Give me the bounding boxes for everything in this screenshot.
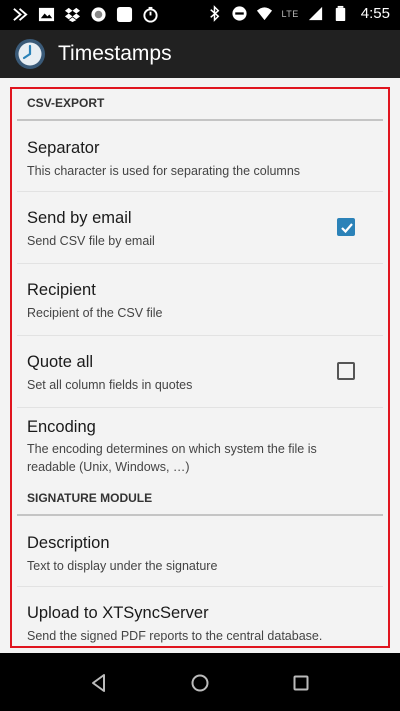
pref-summary: Recipient of the CSV file	[27, 306, 163, 320]
settings-content[interactable]: CSV-EXPORT Separator This character is u…	[0, 78, 400, 653]
dropbox-icon	[64, 7, 81, 23]
status-time: 4:55	[360, 5, 390, 22]
checkmark-icon	[341, 223, 353, 234]
category-header: CSV-EXPORT	[27, 96, 105, 110]
network-type-label: LTE	[281, 8, 299, 19]
pref-summary: Text to display under the signature	[27, 559, 218, 573]
pref-title: Separator	[27, 139, 100, 157]
pref-title: Quote all	[27, 353, 94, 371]
back-icon[interactable]	[89, 673, 109, 693]
pref-title: Recipient	[27, 281, 96, 299]
quote-all-checkbox[interactable]	[337, 362, 355, 380]
wifi-icon	[257, 7, 273, 21]
navigation-bar	[0, 653, 400, 711]
square-icon	[116, 6, 133, 23]
send-by-email-checkbox[interactable]	[337, 218, 355, 236]
battery-icon	[335, 5, 346, 22]
cell-signal-icon	[308, 6, 322, 21]
pref-encoding[interactable]: Encoding The encoding determines on whic…	[17, 408, 383, 482]
pref-title: Encoding	[27, 418, 96, 436]
pref-quote-all[interactable]: Quote all Set all column fields in quote…	[17, 336, 383, 408]
category-csv-export: CSV-EXPORT	[17, 87, 383, 121]
app-bar: Timestamps	[0, 30, 400, 78]
home-icon[interactable]	[190, 673, 210, 693]
circle-icon	[91, 7, 106, 22]
pref-send-by-email[interactable]: Send by email Send CSV file by email	[17, 192, 383, 264]
do-not-disturb-icon	[232, 6, 248, 21]
pref-summary: Send CSV file by email	[27, 234, 155, 248]
pref-title: Upload to XTSyncServer	[27, 604, 209, 622]
pref-summary: The encoding determines on which system …	[27, 442, 317, 474]
category-header: SIGNATURE MODULE	[27, 491, 153, 505]
pref-summary: Send the signed PDF reports to the centr…	[27, 629, 323, 643]
pref-summary: This character is used for separating th…	[27, 164, 301, 178]
bluetooth-icon	[210, 5, 220, 22]
pref-description[interactable]: Description Text to display under the si…	[17, 516, 383, 587]
pref-summary: Set all column fields in quotes	[27, 378, 193, 392]
pref-recipient[interactable]: Recipient Recipient of the CSV file	[17, 264, 383, 336]
pref-title: Send by email	[27, 209, 132, 227]
app-title: Timestamps	[58, 42, 172, 65]
image-icon	[38, 7, 55, 22]
stopwatch-icon	[143, 6, 158, 23]
pref-separator[interactable]: Separator This character is used for sep…	[17, 121, 383, 192]
category-signature-module: SIGNATURE MODULE	[17, 482, 383, 516]
preference-list: CSV-EXPORT Separator This character is u…	[17, 87, 383, 653]
pref-upload-xtsyncserver[interactable]: Upload to XTSyncServer Send the signed P…	[17, 587, 383, 653]
status-bar: LTE 4:55	[0, 0, 400, 30]
pref-title: Description	[27, 534, 110, 552]
signal-fast-icon	[13, 8, 28, 21]
clock-icon	[15, 39, 45, 69]
recents-icon[interactable]	[291, 673, 311, 693]
